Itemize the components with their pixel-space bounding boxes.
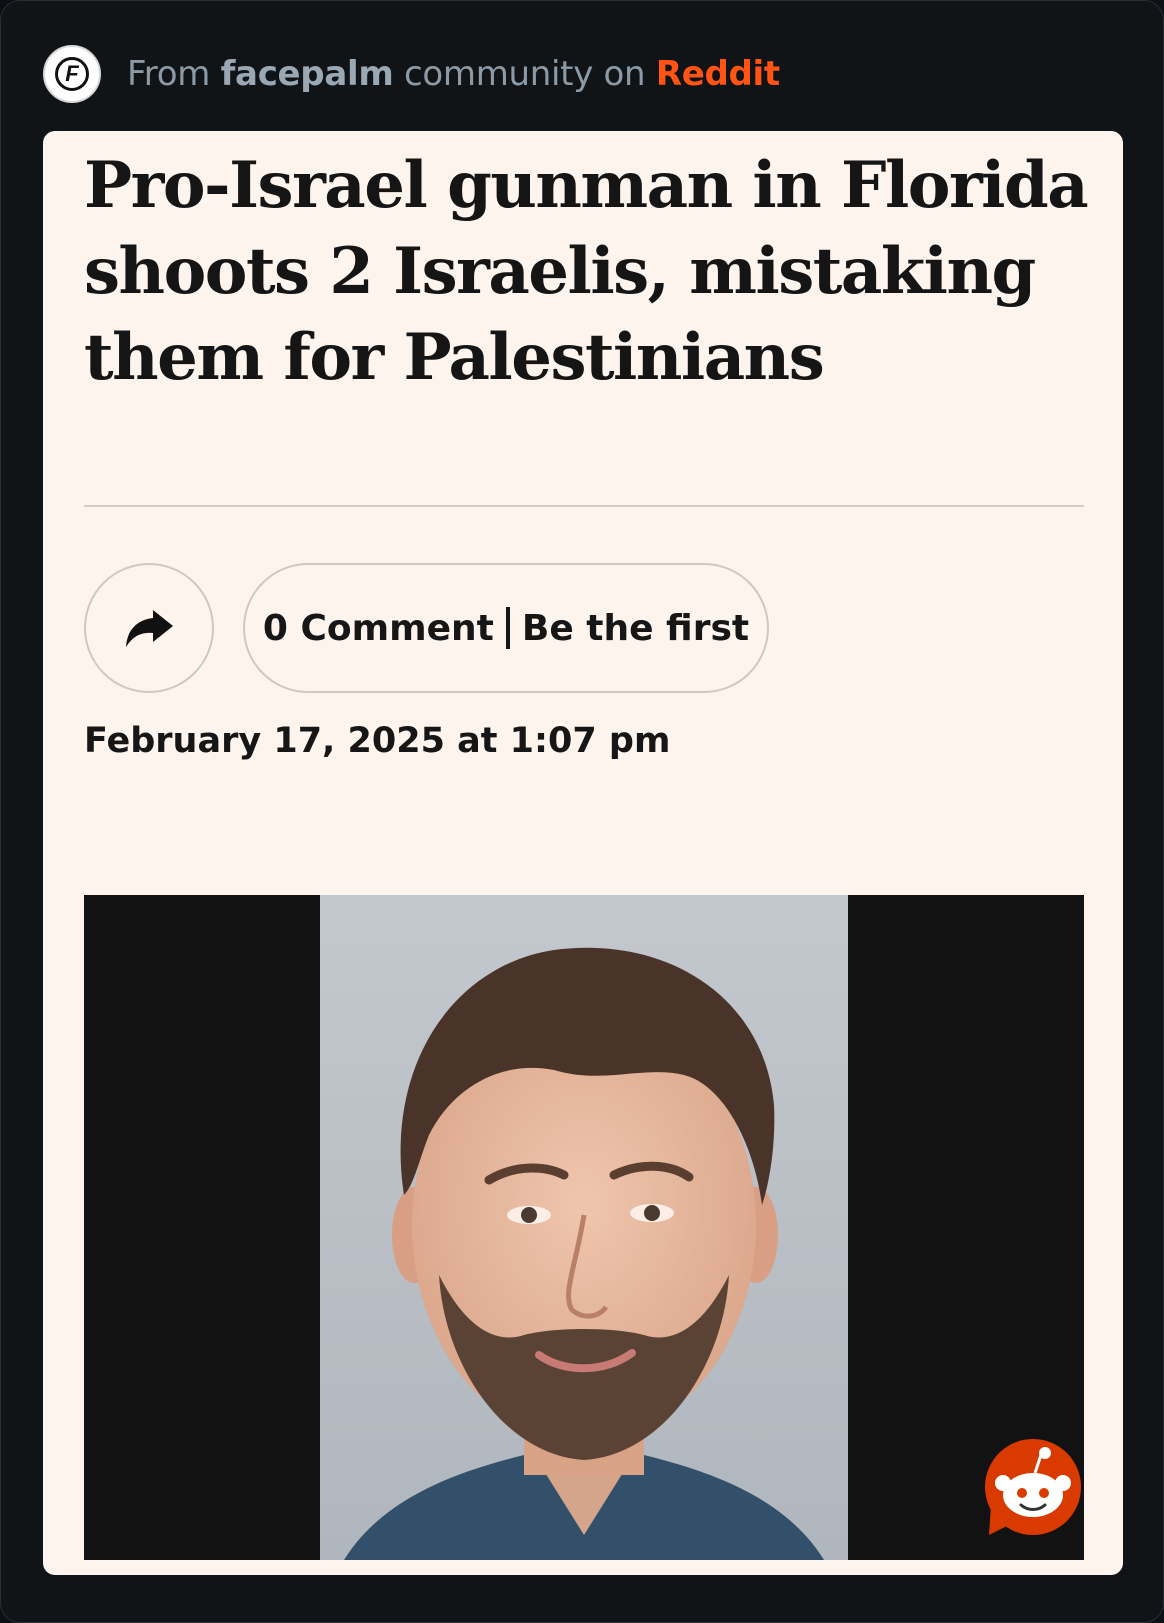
share-button[interactable]: [84, 563, 214, 693]
comment-separator: [505, 607, 510, 649]
article-headline: Pro-Israel gunman in Florida shoots 2 Is…: [84, 148, 1089, 395]
divider: [84, 505, 1084, 507]
source-prefix: From: [127, 54, 211, 94]
facepalm-logo-icon: F: [55, 57, 89, 91]
community-name-link[interactable]: facepalm: [221, 54, 394, 94]
article-photo: [84, 895, 1084, 1560]
article-date: February 17, 2025 at 1:07 pm: [84, 721, 671, 761]
source-middle: community on: [404, 54, 646, 94]
share-arrow-icon: [126, 610, 173, 647]
post-frame: F From facepalm community on Reddit Pro-…: [0, 0, 1164, 1623]
reddit-snoo-icon[interactable]: [981, 1435, 1085, 1539]
article-screenshot-card[interactable]: Pro-Israel gunman in Florida shoots 2 Is…: [43, 131, 1123, 1575]
comment-cta: Be the first: [521, 607, 750, 649]
post-source-header: F From facepalm community on Reddit: [43, 41, 780, 107]
source-line: From facepalm community on Reddit: [127, 54, 780, 94]
reddit-link[interactable]: Reddit: [656, 54, 780, 94]
subreddit-avatar[interactable]: F: [43, 45, 101, 103]
comments-button[interactable]: 0 Comment Be the first: [243, 563, 769, 693]
comment-count: 0 Comment: [262, 607, 494, 649]
mugshot-photo: [84, 895, 1084, 1560]
